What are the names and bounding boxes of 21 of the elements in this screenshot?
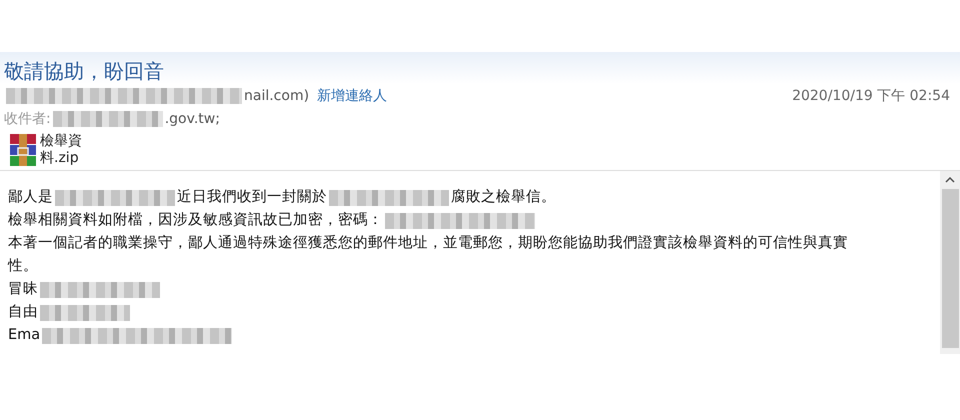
sent-date: 2020/10/19 下午 02:54 (792, 86, 950, 106)
archive-icon (10, 134, 36, 166)
attachment-name: 料.zip (40, 150, 80, 167)
recipient-label: 收件者: (4, 110, 51, 128)
body-text: 近日我們收到一封關於 (177, 188, 327, 207)
scrollbar[interactable] (940, 171, 960, 354)
sender-address: nail.com) (244, 86, 310, 106)
body-text: 本著一個記者的職業操守，鄙人通過特殊途徑獲悉您的郵件地址，並電郵您，期盼您能協助我們證實該檢舉資料的可信性與真實 (8, 234, 848, 253)
body-text: 自由 (8, 303, 38, 322)
body-text: 鄙人是 (8, 188, 53, 207)
recipient-address: .gov.tw; (164, 110, 220, 128)
body-text: 檢舉相關資料如附檔，因涉及敏感資訊故已加密，密碼： (8, 210, 383, 230)
body-text: 腐敗之檢舉信。 (451, 188, 556, 207)
body-text: 冒昧 (8, 280, 38, 299)
attachment-item[interactable]: 檢舉資 料.zip (0, 130, 92, 170)
attachment-name: 檢舉資 (40, 133, 82, 150)
body-text: Ema (8, 326, 40, 345)
add-contact-link[interactable]: 新增連絡人 (317, 86, 388, 106)
scroll-up-icon[interactable] (945, 177, 955, 183)
email-subject: 敬請協助，盼回音 (4, 58, 165, 84)
body-text: 性。 (8, 257, 38, 276)
